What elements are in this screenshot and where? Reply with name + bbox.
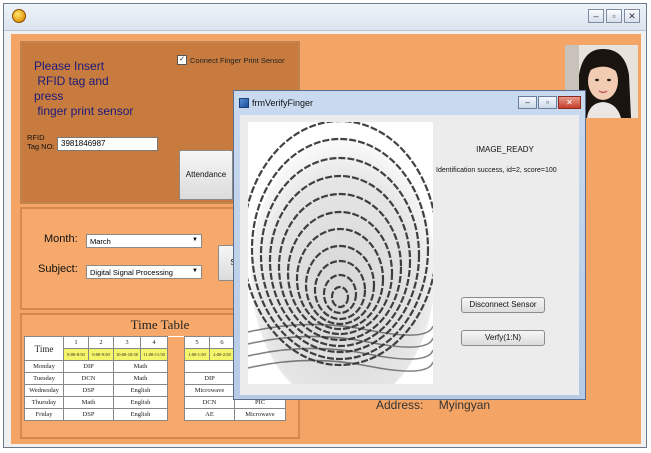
subject-label: Subject: bbox=[38, 263, 78, 275]
month-dropdown[interactable]: March ▼ bbox=[86, 234, 202, 248]
period-time: 10:00-10:50 bbox=[113, 348, 141, 361]
address-label: Address: bbox=[376, 398, 424, 412]
period-header: 1 bbox=[63, 336, 89, 349]
verify-finger-dialog: frmVerifyFinger – ▫ ✕ IMAGE_READY Identi… bbox=[233, 90, 586, 407]
connect-sensor-checkbox[interactable]: ✓ Connect Finger Print Sensor bbox=[177, 55, 285, 65]
table-cell: English bbox=[113, 396, 168, 409]
rfid-tag-input[interactable]: 3981846987 bbox=[57, 137, 158, 151]
table-cell: Microwave bbox=[184, 384, 235, 397]
instruction-line: RFID tag and bbox=[34, 74, 109, 88]
table-cell: DSP bbox=[63, 384, 114, 397]
period-header: 4 bbox=[140, 336, 168, 349]
day-cell: Wednesday bbox=[24, 384, 64, 397]
table-row: Friday DSP English AE Microwave bbox=[24, 408, 286, 421]
dialog-body: IMAGE_READY Identification success, id=2… bbox=[240, 115, 579, 407]
table-cell bbox=[184, 360, 235, 373]
instruction-line: finger print sensor bbox=[34, 104, 134, 118]
table-cell: Math bbox=[113, 360, 168, 373]
subject-dropdown[interactable]: Digital Signal Processing ▼ bbox=[86, 265, 202, 279]
period-time: 1:00-1:50 bbox=[184, 348, 210, 361]
period-header: 3 bbox=[113, 336, 141, 349]
close-icon[interactable]: ✕ bbox=[558, 96, 581, 109]
instruction-line: press bbox=[34, 89, 64, 103]
app-icon bbox=[12, 9, 26, 23]
period-header: 2 bbox=[88, 336, 114, 349]
chevron-down-icon: ▼ bbox=[192, 237, 198, 243]
subject-value: Digital Signal Processing bbox=[90, 268, 173, 277]
table-cell: Math bbox=[113, 372, 168, 385]
day-cell: Friday bbox=[24, 408, 64, 421]
lunch-gap bbox=[167, 336, 185, 421]
address-value: Myingyan bbox=[438, 398, 491, 412]
connect-sensor-label: Connect Finger Print Sensor bbox=[190, 55, 285, 65]
form-icon bbox=[239, 98, 249, 108]
table-cell: Math bbox=[63, 396, 114, 409]
period-time: 9:00-9:50 bbox=[88, 348, 114, 361]
period-time: 2:00-2:50 bbox=[209, 348, 235, 361]
fingerprint-icon bbox=[241, 119, 439, 407]
day-cell: Tuesday bbox=[24, 372, 64, 385]
table-cell: Microwave bbox=[234, 408, 286, 421]
rfid-label-line: Tag NO: bbox=[27, 142, 55, 151]
day-cell: Monday bbox=[24, 360, 64, 373]
table-cell: DCN bbox=[63, 372, 114, 385]
verify-button[interactable]: Verfy(1:N) bbox=[461, 330, 545, 346]
period-time: 11:00-11:50 bbox=[140, 348, 168, 361]
instruction-line: Please Insert bbox=[34, 59, 105, 73]
minimize-icon[interactable]: – bbox=[518, 96, 537, 109]
table-cell: DCN bbox=[184, 396, 235, 409]
table-cell: DIP bbox=[184, 372, 235, 385]
rfid-label: RFID Tag NO: bbox=[27, 133, 55, 151]
rfid-label-line: RFID bbox=[27, 133, 45, 142]
period-header: 6 bbox=[209, 336, 235, 349]
identification-result: Identification success, id=2, score=100 bbox=[436, 167, 557, 174]
maximize-icon[interactable]: ▫ bbox=[606, 9, 622, 23]
close-icon[interactable]: ✕ bbox=[624, 9, 640, 23]
time-header: Time bbox=[24, 336, 64, 361]
period-header: 5 bbox=[184, 336, 210, 349]
day-cell: Thursday bbox=[24, 396, 64, 409]
period-time: 8:00-8:50 bbox=[63, 348, 89, 361]
dialog-title: frmVerifyFinger bbox=[252, 98, 314, 108]
sensor-status: IMAGE_READY bbox=[476, 145, 534, 154]
checkbox-check-icon[interactable]: ✓ bbox=[177, 55, 187, 65]
table-cell: English bbox=[113, 408, 168, 421]
instruction-text: Please Insert RFID tag and press finger … bbox=[34, 59, 154, 119]
attendance-button[interactable]: Attendance bbox=[179, 150, 233, 200]
chevron-down-icon: ▼ bbox=[192, 268, 198, 274]
month-value: March bbox=[90, 237, 111, 246]
table-cell: DSP bbox=[63, 408, 114, 421]
maximize-icon[interactable]: ▫ bbox=[538, 96, 557, 109]
table-cell: English bbox=[113, 384, 168, 397]
table-cell: DIP bbox=[63, 360, 114, 373]
disconnect-sensor-button[interactable]: Disconnect Sensor bbox=[461, 297, 545, 313]
month-label: Month: bbox=[44, 233, 78, 245]
minimize-icon[interactable]: – bbox=[588, 9, 604, 23]
fingerprint-image bbox=[241, 119, 439, 407]
table-cell: AE bbox=[184, 408, 235, 421]
address-row: Address: Myingyan bbox=[376, 398, 490, 412]
main-titlebar: – ▫ ✕ bbox=[4, 4, 646, 31]
